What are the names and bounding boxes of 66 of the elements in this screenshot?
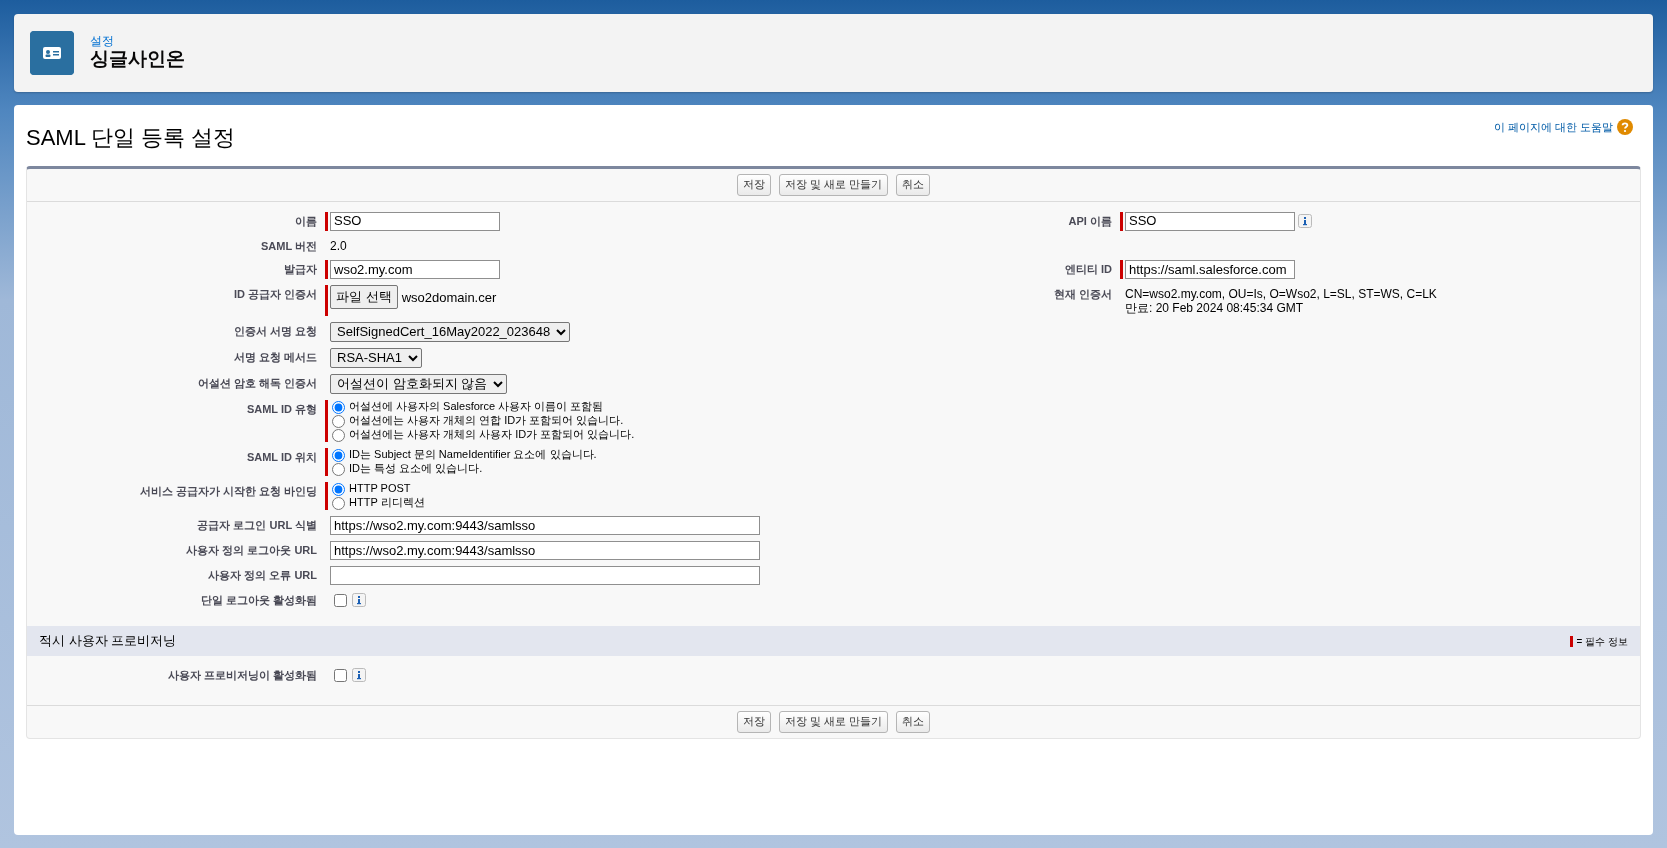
section-title: 적시 사용자 프로비저닝 bbox=[39, 632, 177, 651]
field-label: 사용자 프로비저닝이 활성화됨 bbox=[166, 667, 317, 683]
field-label: 발급자 bbox=[283, 262, 317, 278]
checkbox[interactable] bbox=[334, 593, 347, 607]
text-field[interactable]: SSO bbox=[1125, 211, 1295, 231]
field-label: 서비스 공급자가 시작한 요청 바인딩 bbox=[138, 483, 317, 499]
radio-button[interactable] bbox=[332, 428, 345, 442]
field-label: 사용자 정의 오류 URL bbox=[207, 567, 317, 583]
option-label: ID는 특성 요소에 있습니다. bbox=[349, 462, 483, 476]
form-button[interactable]: 저장 bbox=[736, 174, 771, 196]
field-label: 단일 로그아웃 활성화됨 bbox=[199, 592, 317, 608]
dropdown[interactable]: RSA-SHA1 bbox=[330, 347, 422, 368]
help-icon[interactable] bbox=[1617, 119, 1633, 136]
breadcrumb-link[interactable]: 설정 bbox=[90, 35, 185, 49]
radio-button[interactable] bbox=[332, 414, 345, 428]
field-label: 어설션 암호 해독 인증서 bbox=[196, 375, 317, 391]
page-header-title: 싱글사인온 bbox=[90, 48, 185, 71]
file-choose-button[interactable]: 파일 선택 bbox=[330, 285, 398, 309]
option-label: HTTP POST bbox=[349, 482, 411, 496]
text-field[interactable]: https://wso2.my.com:9443/samlsso bbox=[330, 515, 760, 535]
text-field[interactable] bbox=[330, 565, 760, 585]
field-label: SAML 버전 bbox=[259, 238, 317, 254]
option-label: 어설션에 사용자의 Salesforce 사용자 이름이 포함됨 bbox=[349, 400, 604, 414]
form-button[interactable]: 저장 및 새로 만들기 bbox=[778, 711, 889, 733]
help-link[interactable]: 이 페이지에 대한 도움말 bbox=[1493, 119, 1613, 136]
field-label: 사용자 정의 로그아웃 URL bbox=[185, 542, 317, 558]
field-label: 서명 요청 메서드 bbox=[232, 349, 317, 365]
radio-button[interactable] bbox=[332, 400, 345, 414]
field-label: SAML ID 위치 bbox=[245, 449, 317, 465]
contact-card-icon bbox=[30, 31, 74, 75]
text-field[interactable]: SSO bbox=[330, 211, 500, 231]
dropdown[interactable]: 어설션이 암호화되지 않음 bbox=[330, 373, 507, 394]
info-icon[interactable] bbox=[1298, 213, 1312, 228]
file-name: wso2domain.cer bbox=[401, 289, 497, 308]
field-label: 인증서 서명 요청 bbox=[232, 323, 317, 339]
text-field[interactable]: wso2.my.com bbox=[330, 260, 500, 280]
text-field[interactable]: https://saml.salesforce.com bbox=[1125, 260, 1295, 280]
text-field[interactable]: https://wso2.my.com:9443/samlsso bbox=[330, 540, 760, 560]
radio-button[interactable] bbox=[332, 496, 345, 510]
required-legend: = 필수 정보 bbox=[1576, 633, 1628, 649]
field-label: 공급자 로그인 URL 식별 bbox=[196, 517, 317, 533]
form-button[interactable]: 저장 bbox=[736, 711, 771, 733]
option-label: 어설션에는 사용자 개체의 사용자 ID가 포함되어 있습니다. bbox=[349, 428, 635, 442]
radio-button[interactable] bbox=[332, 448, 345, 462]
form-button[interactable]: 취소 bbox=[896, 711, 931, 733]
field-value: CN=wso2.my.com, OU=Is, O=Wso2, L=SL, ST=WS, C=LK 만료: 20 Feb 2024 08:45:34 GMT bbox=[1125, 286, 1437, 316]
required-marker bbox=[1569, 635, 1573, 647]
field-label: 엔티티 ID bbox=[1063, 262, 1112, 278]
option-label: HTTP 리디렉션 bbox=[349, 496, 425, 510]
info-icon[interactable] bbox=[352, 592, 366, 607]
form-button[interactable]: 저장 및 새로 만들기 bbox=[778, 174, 889, 196]
field-label: SAML ID 유형 bbox=[245, 401, 317, 417]
checkbox[interactable] bbox=[334, 668, 347, 682]
field-label: ID 공급자 인증서 bbox=[232, 287, 317, 303]
radio-button[interactable] bbox=[332, 482, 345, 496]
info-icon[interactable] bbox=[352, 667, 366, 682]
option-label: 어설션에는 사용자 개체의 연합 ID가 포함되어 있습니다. bbox=[349, 414, 624, 428]
field-label: 현재 인증서 bbox=[1052, 287, 1112, 303]
field-value: 2.0 bbox=[330, 237, 347, 253]
field-label: API 이름 bbox=[1067, 213, 1112, 229]
radio-button[interactable] bbox=[332, 462, 345, 476]
option-label: ID는 Subject 문의 NameIdentifier 요소에 있습니다. bbox=[349, 448, 597, 462]
page-title: SAML 단일 등록 설정 bbox=[26, 125, 236, 152]
dropdown[interactable]: SelfSignedCert_16May2022_023648 bbox=[330, 321, 570, 342]
form-button[interactable]: 취소 bbox=[896, 174, 931, 196]
field-label: 이름 bbox=[294, 213, 317, 229]
